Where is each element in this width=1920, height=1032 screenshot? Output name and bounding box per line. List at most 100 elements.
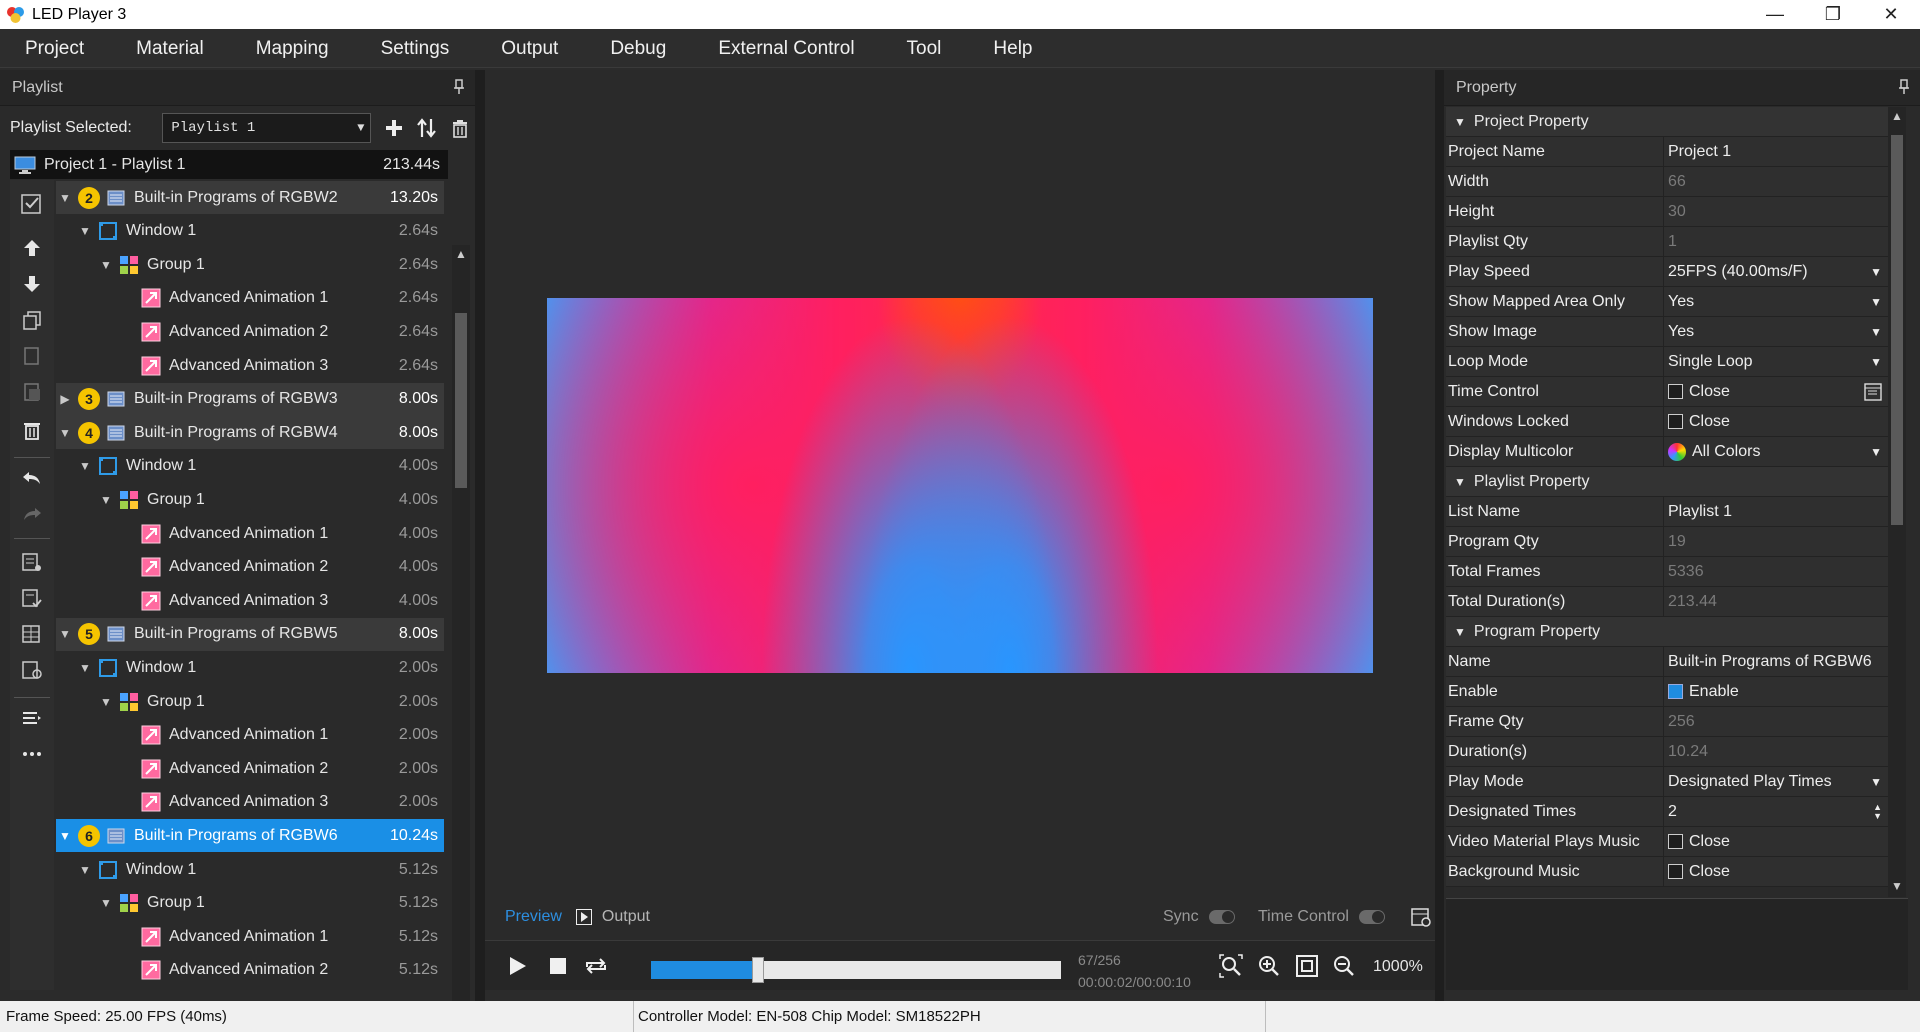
property-section-header[interactable]: ▼ Program Property [1446, 617, 1888, 647]
collapse-arrow-icon[interactable]: ▼ [78, 863, 92, 877]
playlist-root-row[interactable]: Project 1 - Playlist 1 213.44s [10, 150, 448, 179]
program-row[interactable]: ▼ 6 Built-in Programs of RGBW6 10.24s [56, 819, 444, 853]
checkbox[interactable] [1668, 864, 1683, 879]
collapse-arrow-icon[interactable]: ▼ [58, 627, 72, 641]
scrollbar-thumb[interactable] [1891, 135, 1903, 525]
expand-arrow-icon[interactable]: ▶ [58, 392, 72, 406]
chevron-down-icon[interactable]: ▼ [1870, 295, 1882, 309]
animation-row[interactable]: Advanced Animation 1 2.00s [56, 719, 444, 752]
collapse-arrow-icon[interactable]: ▼ [78, 224, 92, 238]
list-settings-button-3[interactable] [18, 620, 46, 648]
progress-handle[interactable] [751, 957, 764, 983]
program-row[interactable]: ▼ 2 Built-in Programs of RGBW2 13.20s [56, 181, 444, 214]
stop-button[interactable] [545, 953, 571, 979]
move-up-button[interactable] [18, 234, 46, 262]
checkbox[interactable] [1668, 414, 1683, 429]
chevron-down-icon[interactable]: ▼ [1870, 775, 1882, 789]
animation-row[interactable]: Advanced Animation 1 2.64s [56, 282, 444, 315]
property-checkbox[interactable]: Close [1664, 377, 1888, 406]
menu-material[interactable]: Material [110, 29, 230, 68]
playback-progress[interactable] [651, 957, 1061, 983]
menu-mapping[interactable]: Mapping [230, 29, 355, 68]
zoom-in-button[interactable] [1256, 953, 1282, 979]
tab-preview[interactable]: Preview [505, 908, 562, 926]
panel-splitter[interactable] [475, 70, 485, 1001]
loop-button[interactable] [583, 953, 609, 979]
tab-output[interactable]: Output [602, 908, 650, 926]
calendar-icon[interactable] [1410, 906, 1432, 928]
copy-button[interactable] [18, 306, 46, 334]
zoom-fit-button[interactable] [1218, 953, 1244, 979]
property-value[interactable]: Built-in Programs of RGBW6 [1664, 647, 1888, 676]
list-settings-button-1[interactable] [18, 548, 46, 576]
zoom-actual-button[interactable] [1294, 953, 1320, 979]
window-row[interactable]: ▼ Window 1 2.64s [56, 215, 444, 248]
animation-row[interactable]: Advanced Animation 2 2.64s [56, 315, 444, 348]
checkbox[interactable] [1668, 834, 1683, 849]
property-scrollbar[interactable]: ▲ ▼ [1888, 107, 1906, 897]
collapse-arrow-icon[interactable]: ▼ [99, 896, 113, 910]
program-row[interactable]: ▼ 4 Built-in Programs of RGBW4 8.00s [56, 416, 444, 450]
animation-row[interactable]: Advanced Animation 3 2.00s [56, 786, 444, 819]
collapse-arrow-icon[interactable]: ▼ [78, 459, 92, 473]
group-row[interactable]: ▼ Group 1 2.00s [56, 685, 444, 718]
undo-button[interactable] [18, 464, 46, 492]
chevron-down-icon[interactable]: ▼ [1870, 325, 1882, 339]
move-down-button[interactable] [18, 270, 46, 298]
playlist-scrollbar[interactable]: ▲ ▼ [452, 245, 470, 1032]
property-dropdown[interactable]: 25FPS (40.00ms/F) ▼ [1664, 257, 1888, 286]
window-row[interactable]: ▼ Window 1 5.12s [56, 853, 444, 886]
property-section-header[interactable]: ▼ Playlist Property [1446, 467, 1888, 497]
menu-settings[interactable]: Settings [355, 29, 476, 68]
menu-output[interactable]: Output [475, 29, 584, 68]
checkbox[interactable] [1668, 684, 1683, 699]
animation-row[interactable]: Advanced Animation 2 4.00s [56, 551, 444, 584]
delete-playlist-button[interactable] [445, 113, 475, 143]
sort-playlist-button[interactable] [412, 113, 442, 143]
property-checkbox[interactable]: Close [1664, 857, 1888, 886]
collapse-arrow-icon[interactable]: ▼ [99, 695, 113, 709]
property-value[interactable]: Project 1 [1664, 137, 1888, 166]
menu-debug[interactable]: Debug [584, 29, 692, 68]
property-dropdown[interactable]: Designated Play Times ▼ [1664, 767, 1888, 796]
collapse-arrow-icon[interactable]: ▼ [99, 258, 113, 272]
play-button[interactable] [504, 953, 530, 979]
property-section-header[interactable]: ▼ Project Property [1446, 107, 1888, 137]
animation-row[interactable]: Advanced Animation 3 4.00s [56, 584, 444, 617]
sync-toggle[interactable] [1208, 910, 1235, 924]
property-dropdown[interactable]: Yes ▼ [1664, 317, 1888, 346]
minimize-button[interactable]: — [1746, 0, 1804, 29]
collapse-arrow-icon[interactable]: ▼ [58, 829, 72, 843]
collapse-arrow-icon[interactable]: ▼ [1454, 475, 1466, 489]
group-row[interactable]: ▼ Group 1 5.12s [56, 887, 444, 920]
collapse-arrow-icon[interactable]: ▼ [1454, 115, 1466, 129]
spinner-arrows-icon[interactable]: ▲ ▼ [1873, 802, 1882, 821]
time-control-toggle[interactable] [1358, 910, 1385, 924]
playlist-select[interactable]: Playlist 1 ▼ [162, 113, 372, 143]
panel-splitter[interactable] [1435, 70, 1444, 1001]
add-playlist-button[interactable] [379, 113, 409, 143]
list-settings-button-2[interactable] [18, 584, 46, 612]
chevron-down-icon[interactable]: ▼ [1870, 355, 1882, 369]
collapse-arrow-icon[interactable]: ▼ [78, 661, 92, 675]
program-row[interactable]: ▶ 3 Built-in Programs of RGBW3 8.00s [56, 382, 444, 416]
animation-row[interactable]: Advanced Animation 1 4.00s [56, 517, 444, 550]
list-settings-button-4[interactable] [18, 656, 46, 684]
play-box-icon[interactable] [575, 909, 592, 925]
toggle-on-button[interactable] [18, 190, 46, 218]
animation-row[interactable]: Advanced Animation 1 5.12s [56, 920, 444, 953]
animation-row[interactable]: Advanced Animation 2 5.12s [56, 954, 444, 987]
window-row[interactable]: ▼ Window 1 2.00s [56, 651, 444, 684]
scroll-up-icon[interactable]: ▲ [455, 247, 467, 261]
group-row[interactable]: ▼ Group 1 4.00s [56, 483, 444, 516]
checkbox[interactable] [1668, 384, 1683, 399]
more-button[interactable] [18, 740, 46, 768]
pin-icon[interactable] [1898, 79, 1910, 95]
calendar-icon[interactable] [1864, 382, 1884, 402]
window-row[interactable]: ▼ Window 1 4.00s [56, 450, 444, 483]
group-row[interactable]: ▼ Group 1 2.64s [56, 248, 444, 281]
property-checkbox[interactable]: Enable [1664, 677, 1888, 706]
list-options-button[interactable] [18, 704, 46, 732]
property-spinner[interactable]: 2 ▲ ▼ [1664, 797, 1888, 826]
collapse-arrow-icon[interactable]: ▼ [1454, 625, 1466, 639]
